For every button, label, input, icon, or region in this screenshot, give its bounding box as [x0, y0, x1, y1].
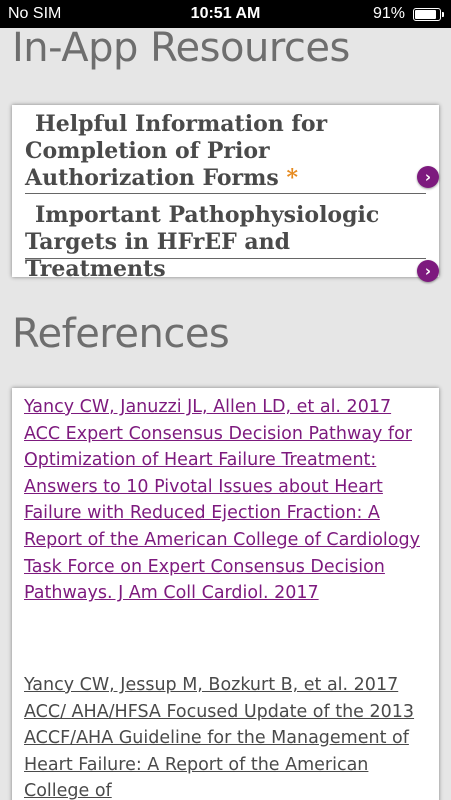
chevron-right-circle-icon[interactable]: ›	[417, 260, 439, 282]
asterisk-marker: *	[286, 165, 298, 191]
battery-icon	[413, 8, 444, 21]
chevron-right-circle-icon[interactable]: ›	[417, 166, 439, 188]
battery-tip	[442, 12, 444, 17]
references-title: References	[12, 311, 230, 357]
battery-percent: 91%	[372, 5, 405, 22]
battery-fill	[415, 10, 436, 19]
resource-line: Completion of Prior	[25, 138, 270, 164]
resource-link-pathophysiologic-targets[interactable]: Important Pathophysiologic Targets in HF…	[25, 202, 426, 282]
resource-line: Targets in HFrEF and Treatments	[25, 229, 290, 282]
resources-title: In-App Resources	[12, 25, 350, 71]
resource-link-prior-authorization[interactable]: Helpful Information for Completion of Pr…	[25, 111, 426, 194]
reference-link[interactable]: Yancy CW, Januzzi JL, Allen LD, et al. 2…	[24, 394, 429, 607]
references-card: Yancy CW, Januzzi JL, Allen LD, et al. 2…	[12, 388, 439, 800]
reference-link[interactable]: Yancy CW, Jessup M, Bozkurt B, et al. 20…	[24, 672, 429, 800]
resource-link-label: Helpful Information for Completion of Pr…	[25, 111, 426, 192]
resource-line: Helpful Information for	[35, 111, 328, 137]
resources-card: Helpful Information for Completion of Pr…	[12, 105, 439, 282]
resource-link-label: Important Pathophysiologic Targets in HF…	[25, 202, 426, 283]
resource-line: Important Pathophysiologic	[35, 202, 380, 228]
resource-line: Authorization Forms	[25, 165, 279, 191]
